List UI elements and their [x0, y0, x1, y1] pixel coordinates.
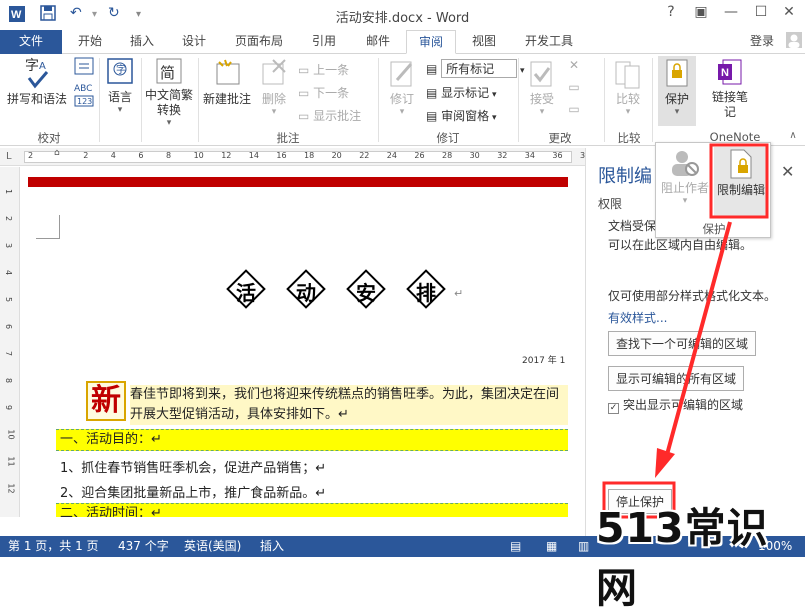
arrow-head — [655, 448, 675, 478]
annotation-arrow — [663, 221, 732, 463]
insert-mode[interactable]: 插入 — [260, 536, 284, 557]
web-layout-icon[interactable]: ▥ — [578, 536, 589, 557]
language-status[interactable]: 英语(美国) — [184, 536, 241, 557]
read-mode-icon[interactable]: ▤ — [510, 536, 521, 557]
page-count[interactable]: 第 1 页，共 1 页 — [8, 536, 99, 557]
highlight-box — [709, 143, 769, 219]
annotation-overlay — [602, 143, 769, 519]
word-count[interactable]: 437 个字 — [118, 536, 169, 557]
watermark: 513常识网 — [596, 504, 769, 612]
print-layout-icon[interactable]: ▦ — [546, 536, 557, 557]
